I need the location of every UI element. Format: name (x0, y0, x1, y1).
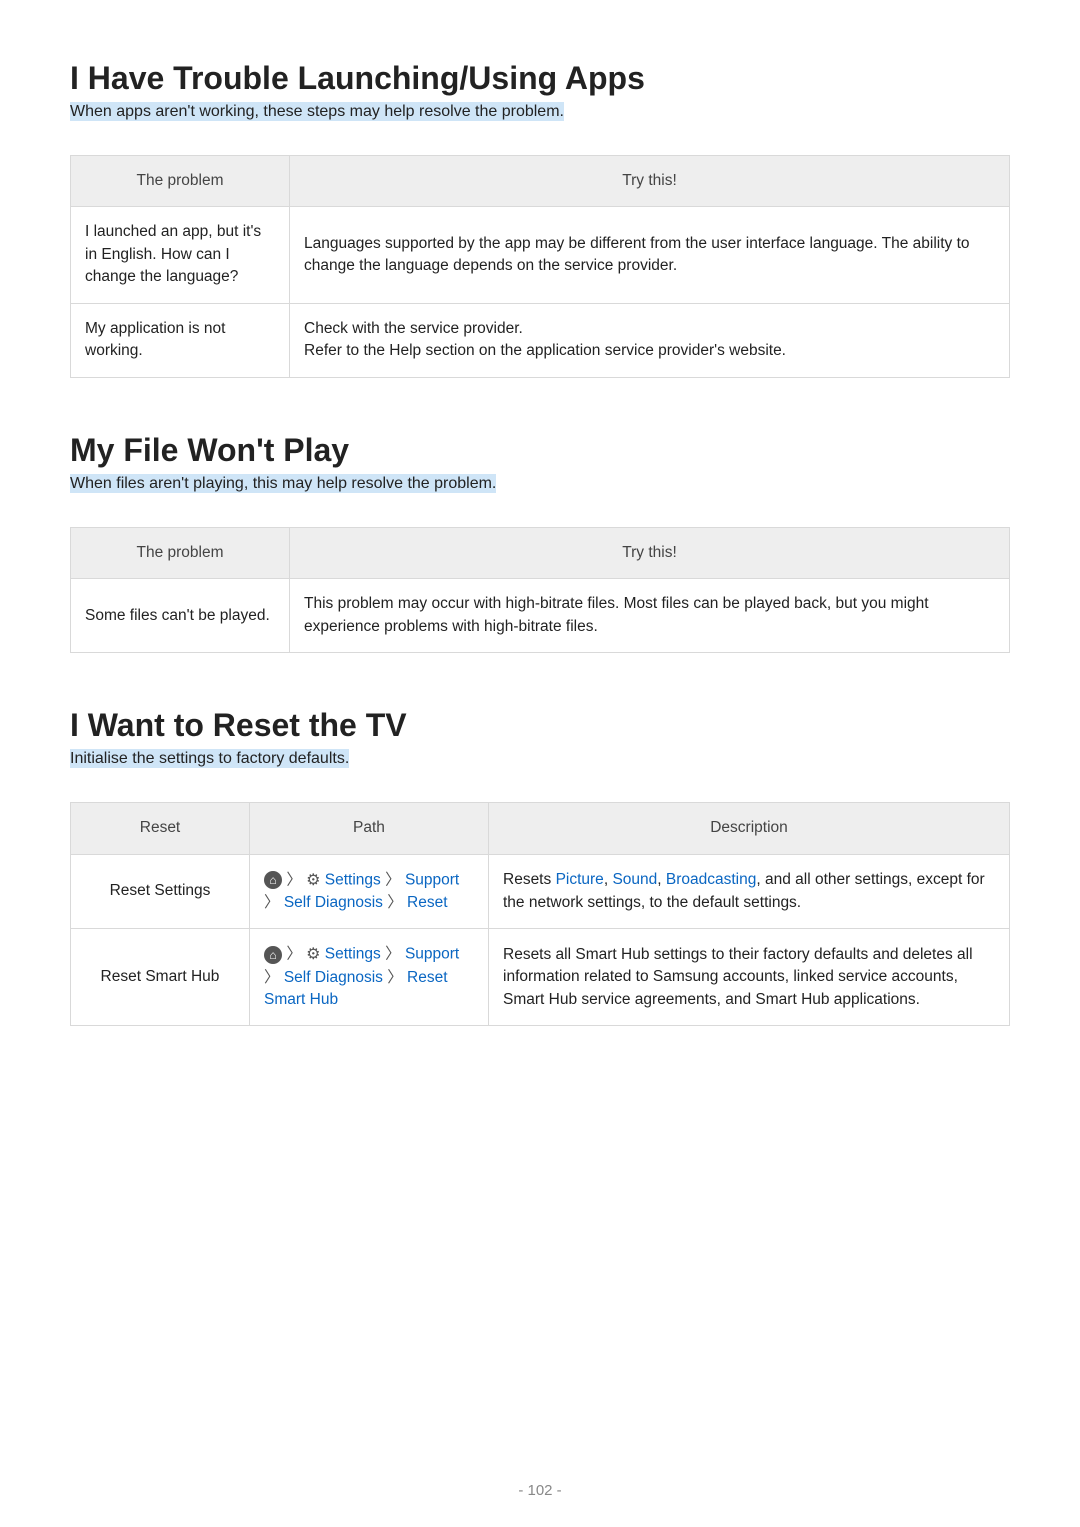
table-header-path: Path (250, 803, 489, 854)
reset-name-cell: Reset Settings (71, 854, 250, 929)
problem-cell: My application is not working. (71, 303, 290, 377)
section-subtitle: Initialise the settings to factory defau… (70, 750, 1010, 768)
table-header-problem: The problem (71, 527, 290, 578)
chevron-icon: 〉 (264, 969, 280, 986)
troubleshoot-table: The problem Try this! Some files can't b… (70, 527, 1010, 653)
section-subtitle: When files aren't playing, this may help… (70, 475, 1010, 493)
chevron-icon: 〉 (286, 946, 302, 963)
section-subtitle: When apps aren't working, these steps ma… (70, 103, 1010, 121)
chevron-icon: 〉 (385, 871, 401, 888)
path-link: Self Diagnosis (284, 969, 383, 986)
troubleshoot-table: The problem Try this! I launched an app,… (70, 155, 1010, 378)
reset-desc-cell: Resets all Smart Hub settings to their f… (489, 929, 1010, 1026)
problem-cell: Some files can't be played. (71, 579, 290, 653)
table-header-solution: Try this! (290, 156, 1010, 207)
reset-path-cell: ⌂ 〉 ⚙ Settings 〉 Support 〉 Self Diagnosi… (250, 854, 489, 929)
section-title: I Want to Reset the TV (70, 707, 1010, 744)
reset-name-cell: Reset Smart Hub (71, 929, 250, 1026)
home-icon: ⌂ (264, 946, 282, 964)
table-header-solution: Try this! (290, 527, 1010, 578)
desc-text: Resets (503, 871, 556, 888)
gear-icon: ⚙ (306, 872, 320, 889)
path-link: Settings (325, 871, 381, 888)
table-header-reset: Reset (71, 803, 250, 854)
table-header-problem: The problem (71, 156, 290, 207)
problem-cell: I launched an app, but it's in English. … (71, 207, 290, 303)
solution-cell: This problem may occur with high-bitrate… (290, 579, 1010, 653)
table-row: My application is not working. Check wit… (71, 303, 1010, 377)
reset-table: Reset Path Description Reset Settings ⌂ … (70, 802, 1010, 1026)
reset-path-cell: ⌂ 〉 ⚙ Settings 〉 Support 〉 Self Diagnosi… (250, 929, 489, 1026)
solution-cell: Languages supported by the app may be di… (290, 207, 1010, 303)
path-link: Reset (407, 894, 448, 911)
chevron-icon: 〉 (387, 894, 403, 911)
solution-cell: Check with the service provider. Refer t… (290, 303, 1010, 377)
page-number: - 102 - (0, 1482, 1080, 1499)
table-header-description: Description (489, 803, 1010, 854)
table-row: I launched an app, but it's in English. … (71, 207, 1010, 303)
gear-icon: ⚙ (306, 946, 320, 963)
section-title: I Have Trouble Launching/Using Apps (70, 60, 1010, 97)
section-title: My File Won't Play (70, 432, 1010, 469)
table-row: Reset Settings ⌂ 〉 ⚙ Settings 〉 Support … (71, 854, 1010, 929)
table-row: Reset Smart Hub ⌂ 〉 ⚙ Settings 〉 Support… (71, 929, 1010, 1026)
chevron-icon: 〉 (387, 969, 403, 986)
path-link: Support (405, 946, 459, 963)
path-link: Self Diagnosis (284, 894, 383, 911)
chevron-icon: 〉 (286, 871, 302, 888)
table-row: Some files can't be played. This problem… (71, 579, 1010, 653)
chevron-icon: 〉 (385, 946, 401, 963)
reset-desc-cell: Resets Picture, Sound, Broadcasting, and… (489, 854, 1010, 929)
desc-link: Broadcasting (666, 871, 756, 888)
path-link: Settings (325, 946, 381, 963)
home-icon: ⌂ (264, 871, 282, 889)
desc-link: Sound (612, 871, 657, 888)
desc-link: Picture (556, 871, 604, 888)
chevron-icon: 〉 (264, 894, 280, 911)
path-link: Support (405, 871, 459, 888)
manual-page: I Have Trouble Launching/Using Apps When… (0, 0, 1080, 1527)
